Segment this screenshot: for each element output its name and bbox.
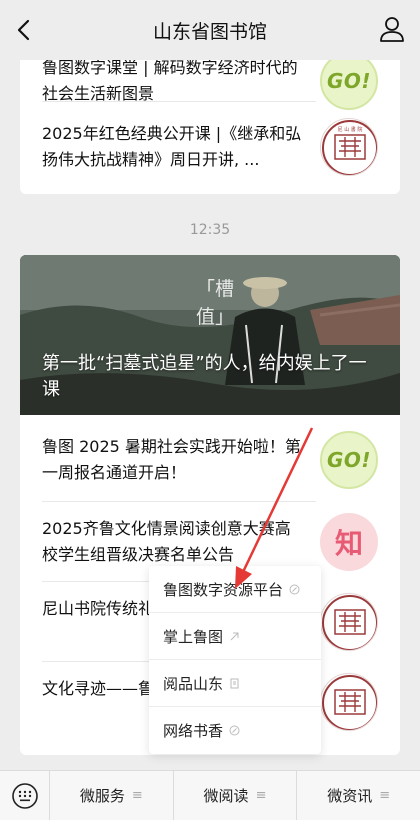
tab-label: 微服务 [79, 787, 125, 805]
go-thumbnail: GO! [320, 52, 378, 110]
tab-micro-news[interactable]: 微资讯 ≡ [297, 771, 420, 820]
divider [42, 101, 316, 102]
link-icon [230, 632, 239, 640]
divider [42, 501, 316, 502]
link-icon [289, 584, 300, 594]
menu-lines-icon: ≡ [131, 788, 143, 803]
zhi-thumbnail: 知 [320, 513, 378, 571]
nishan-seal-thumbnail: 尼 山 書 院 [320, 118, 378, 176]
hero-title: 第一批“扫墓式追星”的人，给内娱上了一课 [42, 353, 367, 400]
submenu-popup: 鲁图数字资源平台 掌上鲁图 阅品山东 网络书香 [149, 566, 321, 754]
hero-overlay-text: 「槽 值」 [196, 278, 235, 328]
page-title: 山东省图书馆 [152, 20, 267, 43]
menu-item-mobile-library[interactable]: 掌上鲁图 [149, 613, 321, 660]
menu-lines-icon: ≡ [379, 788, 391, 803]
page-icon [230, 678, 239, 688]
menu-item-label: 掌上鲁图 [163, 627, 224, 646]
tab-micro-service[interactable]: 微服务 ≡ [50, 770, 174, 820]
menu-item-yuepin-shandong[interactable]: 阅品山东 [149, 660, 321, 707]
user-icon[interactable] [378, 15, 406, 43]
menu-item-label: 鲁图数字资源平台 [163, 580, 284, 599]
article-title: 鲁图数字课堂 | 解码数字经济时代的社会生活新图景 [42, 58, 298, 103]
keyboard-toggle-button[interactable] [0, 770, 50, 820]
article-title: 2025齐鲁文化情景阅读创意大赛高校学生组晋级决赛名单公告 [42, 519, 291, 564]
menu-item-label: 网络书香 [163, 722, 224, 740]
article-title: 鲁图 2025 暑期社会实践开始啦！第一周报名通道开启！ [42, 437, 301, 482]
tab-micro-reading[interactable]: 微阅读 ≡ [174, 770, 298, 820]
chevron-left-icon[interactable] [10, 14, 40, 46]
go-thumbnail: GO! [320, 431, 378, 489]
nishan-seal-thumbnail [320, 593, 378, 651]
tab-label: 微阅读 [203, 787, 249, 805]
article-title: 2025年红色经典公开课 |《继承和弘扬伟大抗战精神》周日开讲, ... [42, 124, 302, 169]
top-nav-bar: 山东省图书馆 [0, 0, 420, 60]
keyboard-icon [11, 782, 38, 809]
menu-item-label: 阅品山东 [163, 674, 224, 693]
hero-article[interactable]: 「槽 值」 第一批“扫墓式追星”的人，给内娱上了一课 [20, 255, 400, 415]
menu-item-digital-resources[interactable]: 鲁图数字资源平台 [149, 566, 321, 613]
svg-text:尼 山 書 院: 尼 山 書 院 [338, 126, 363, 133]
message-timestamp: 12:35 [189, 222, 231, 238]
list-item[interactable]: 鲁图 2025 暑期社会实践开始啦！第一周报名通道开启！ GO! [42, 431, 378, 489]
menu-item-network-books[interactable]: 网络书香 [149, 707, 321, 754]
bottom-menu-bar: 微服务 ≡ 微阅读 ≡ 微资讯 ≡ [0, 770, 420, 820]
list-item[interactable]: 2025齐鲁文化情景阅读创意大赛高校学生组晋级决赛名单公告 知 [42, 513, 378, 571]
list-item[interactable]: 2025年红色经典公开课 |《继承和弘扬伟大抗战精神》周日开讲, ... 尼 山… [42, 118, 378, 176]
link-icon [229, 725, 240, 736]
menu-lines-icon: ≡ [255, 788, 267, 803]
nishan-seal-thumbnail [320, 673, 378, 731]
tab-label: 微资讯 [327, 787, 373, 805]
